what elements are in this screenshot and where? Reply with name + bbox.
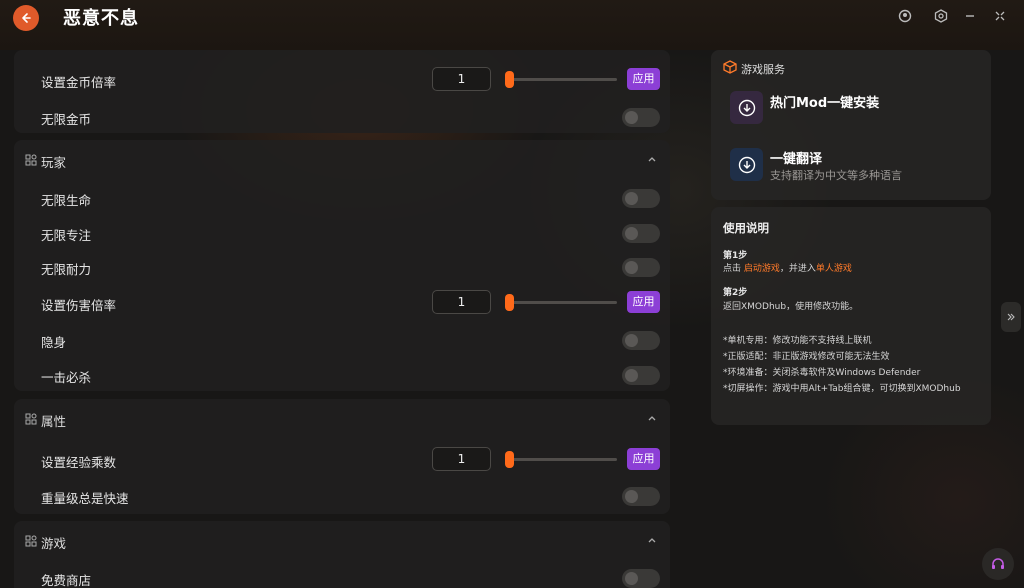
multiplier-slider[interactable] — [509, 458, 617, 461]
setting-label: 无限专注 — [41, 228, 92, 243]
chevron-up-icon — [648, 538, 656, 543]
support-button[interactable] — [982, 548, 1014, 580]
setting-row: 设置金币倍率 1 应用 — [14, 65, 670, 95]
setting-label: 免费商店 — [41, 573, 92, 588]
settings-icon[interactable] — [932, 7, 950, 25]
section-player: 玩家 无限生命 无限专注 无限耐力 设置伤害倍率 1 应用 隐身 一击必杀 — [14, 140, 670, 391]
section-attributes: 属性 设置经验乘数 1 应用 重量级总是快速 — [14, 399, 670, 514]
note-line: *切屏操作：游戏中用Alt+Tab组合键，可切换到XMODhub — [723, 384, 961, 394]
apply-button[interactable]: 应用 — [627, 291, 660, 313]
help-title: 使用说明 — [723, 221, 769, 235]
title-bar: 恶意不息 — [0, 0, 1024, 50]
service-name: 一键翻译 — [770, 152, 823, 167]
toggle-switch[interactable] — [622, 331, 660, 350]
setting-label: 设置伤害倍率 — [41, 298, 117, 313]
toggle-switch[interactable] — [622, 366, 660, 385]
single-player-link[interactable]: 单人游戏 — [816, 264, 852, 274]
setting-label: 隐身 — [41, 335, 67, 350]
section-game: 游戏 免费商店 — [14, 521, 670, 588]
setting-label: 设置经验乘数 — [41, 455, 117, 470]
setting-label: 设置金币倍率 — [41, 75, 117, 90]
setting-label: 无限金币 — [41, 112, 92, 127]
headset-icon — [992, 558, 1004, 569]
toggle-switch[interactable] — [622, 258, 660, 277]
translate-tile — [730, 148, 763, 181]
setting-row: 无限专注 — [14, 218, 670, 248]
usage-instructions-panel: 使用说明 第1步 点击 启动游戏，并进入单人游戏 第2步 返回XMODhub，使… — [711, 207, 991, 425]
minimize-icon[interactable] — [961, 7, 979, 25]
step-label: 第1步 — [723, 251, 748, 261]
apply-button[interactable]: 应用 — [627, 448, 660, 470]
step-text: 点击 — [723, 264, 744, 274]
step-label: 第2步 — [723, 288, 748, 298]
setting-row: 无限生命 — [14, 183, 670, 213]
section-icon — [25, 154, 37, 166]
setting-label: 一击必杀 — [41, 370, 92, 385]
section-title: 游戏 — [41, 536, 67, 551]
toggle-switch[interactable] — [622, 108, 660, 127]
note-line: *单机专用：修改功能不支持线上联机 — [723, 336, 872, 346]
page-title: 恶意不息 — [63, 8, 139, 29]
step2-text: 返回XMODhub，使用修改功能。 — [723, 302, 859, 312]
section-title: 玩家 — [41, 155, 67, 170]
section-currency: 设置金币倍率 1 应用 无限金币 — [14, 50, 670, 133]
slider-thumb[interactable] — [505, 451, 514, 468]
section-header[interactable]: 游戏 — [14, 521, 670, 561]
multiplier-input[interactable]: 1 — [432, 290, 491, 314]
multiplier-slider[interactable] — [509, 78, 617, 81]
chevron-right-icon — [1007, 313, 1015, 321]
service-desc: 支持翻译为中文等多种语言 — [770, 169, 902, 182]
setting-label: 重量级总是快速 — [41, 491, 129, 506]
toggle-switch[interactable] — [622, 569, 660, 588]
section-header[interactable]: 玩家 — [14, 140, 670, 180]
note-line: *环境准备：关闭杀毒软件及Windows Defender — [723, 368, 921, 378]
slider-thumb[interactable] — [505, 294, 514, 311]
arrow-left-icon — [22, 13, 31, 23]
apply-button[interactable]: 应用 — [627, 68, 660, 90]
package-icon — [723, 60, 737, 74]
slider-thumb[interactable] — [505, 71, 514, 88]
setting-row: 隐身 — [14, 325, 670, 355]
setting-row: 无限金币 — [14, 102, 670, 132]
section-title: 属性 — [41, 414, 67, 429]
translate-item[interactable]: 一键翻译 支持翻译为中文等多种语言 — [711, 145, 991, 185]
setting-label: 无限耐力 — [41, 262, 92, 277]
section-icon — [25, 413, 37, 425]
mod-install-item[interactable]: 热门Mod一键安装 — [711, 88, 991, 128]
setting-row: 一击必杀 — [14, 360, 670, 390]
service-name: 热门Mod一键安装 — [770, 96, 880, 111]
chevron-up-icon — [648, 157, 656, 162]
setting-row: 无限耐力 — [14, 252, 670, 282]
section-header[interactable]: 属性 — [14, 399, 670, 439]
section-icon — [25, 535, 37, 547]
setting-row: 设置伤害倍率 1 应用 — [14, 288, 670, 318]
mod-install-tile — [730, 91, 763, 124]
multiplier-slider[interactable] — [509, 301, 617, 304]
user-icon[interactable] — [896, 7, 914, 25]
setting-row: 免费商店 — [14, 563, 670, 588]
setting-row: 设置经验乘数 1 应用 — [14, 445, 670, 475]
maximize-icon[interactable] — [991, 7, 1009, 25]
launch-game-link[interactable]: 启动游戏 — [744, 264, 780, 274]
toggle-switch[interactable] — [622, 487, 660, 506]
expand-panel-button[interactable] — [1001, 302, 1021, 332]
toggle-switch[interactable] — [622, 224, 660, 243]
game-services-panel: 游戏服务 热门Mod一键安装 一键翻译 支持翻译为中文等多种语言 — [711, 50, 991, 200]
multiplier-input[interactable]: 1 — [432, 67, 491, 91]
setting-row: 重量级总是快速 — [14, 481, 670, 511]
chevron-up-icon — [648, 416, 656, 421]
step1-text: 点击 启动游戏，并进入单人游戏 — [723, 261, 852, 274]
multiplier-input[interactable]: 1 — [432, 447, 491, 471]
download-icon — [738, 156, 755, 173]
download-icon — [738, 99, 755, 116]
services-title: 游戏服务 — [741, 63, 785, 76]
back-button[interactable] — [13, 5, 39, 31]
setting-label: 无限生命 — [41, 193, 92, 208]
note-line: *正版适配：非正版游戏修改可能无法生效 — [723, 352, 890, 362]
toggle-switch[interactable] — [622, 189, 660, 208]
step-text: ，并进入 — [779, 264, 816, 274]
